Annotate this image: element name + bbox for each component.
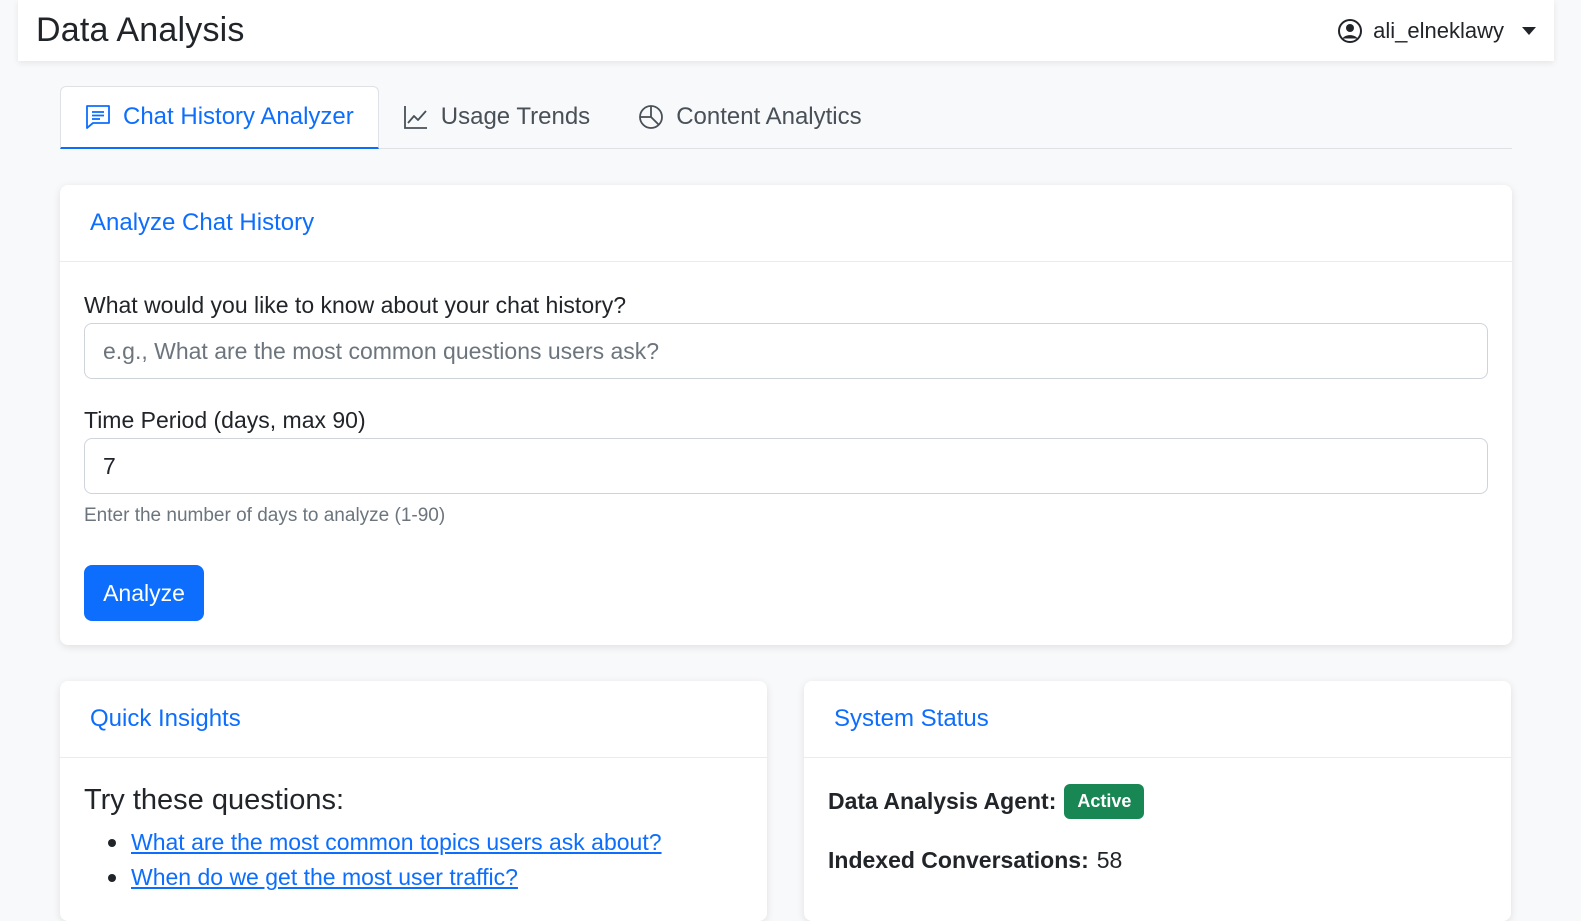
tab-label: Usage Trends bbox=[440, 102, 591, 130]
suggested-question-link[interactable]: What are the most common topics users as… bbox=[131, 829, 662, 855]
time-period-help: Enter the number of days to analyze (1-9… bbox=[84, 505, 446, 526]
caret-down-icon bbox=[1522, 26, 1536, 35]
analysis-tabs: Chat History Analyzer Usage Trends Conte… bbox=[60, 86, 1512, 149]
quick-insights-card: Quick Insights Try these questions: What… bbox=[60, 681, 767, 921]
suggested-question-link[interactable]: When do we get the most user traffic? bbox=[131, 864, 518, 890]
pie-chart-icon bbox=[638, 104, 664, 130]
analyze-button[interactable]: Analyze bbox=[84, 565, 204, 621]
indexed-conversations-label: Indexed Conversations: bbox=[828, 847, 1089, 873]
card-title: System Status bbox=[804, 681, 1511, 758]
indexed-conversations-row: Indexed Conversations: 58 bbox=[828, 847, 1487, 874]
suggested-questions-list: What are the most common topics users as… bbox=[84, 825, 743, 895]
time-period-input[interactable] bbox=[84, 438, 1488, 494]
system-status-card: System Status Data Analysis Agent: Activ… bbox=[804, 681, 1511, 921]
tab-usage-trends[interactable]: Usage Trends bbox=[379, 85, 614, 148]
indexed-conversations-value: 58 bbox=[1096, 847, 1123, 873]
app-title: Data Analysis bbox=[36, 11, 245, 49]
try-questions-heading: Try these questions: bbox=[84, 784, 345, 816]
analyze-chat-history-card: Analyze Chat History What would you like… bbox=[60, 185, 1512, 645]
question-label: What would you like to know about your c… bbox=[84, 292, 627, 318]
tab-label: Chat History Analyzer bbox=[123, 103, 354, 130]
list-item: What are the most common topics users as… bbox=[84, 825, 743, 860]
card-title: Quick Insights bbox=[60, 681, 767, 758]
list-item: When do we get the most user traffic? bbox=[84, 860, 743, 895]
time-period-label: Time Period (days, max 90) bbox=[84, 407, 366, 433]
card-title: Analyze Chat History bbox=[60, 185, 1512, 262]
top-navbar: Data Analysis ali_elneklawy bbox=[18, 0, 1554, 61]
agent-status-label: Data Analysis Agent: bbox=[828, 788, 1057, 814]
username: ali_elneklawy bbox=[1373, 17, 1504, 43]
chat-text-icon bbox=[85, 104, 111, 130]
tab-chat-history-analyzer[interactable]: Chat History Analyzer bbox=[60, 86, 379, 149]
tab-content-analytics[interactable]: Content Analytics bbox=[614, 85, 885, 148]
status-badge: Active bbox=[1064, 784, 1145, 819]
user-menu-dropdown[interactable]: ali_elneklawy bbox=[1337, 18, 1536, 44]
line-chart-icon bbox=[403, 104, 429, 130]
tab-label: Content Analytics bbox=[676, 102, 862, 130]
user-circle-icon bbox=[1337, 18, 1363, 44]
agent-status-row: Data Analysis Agent: Active bbox=[828, 784, 1487, 819]
question-input[interactable] bbox=[84, 323, 1488, 379]
